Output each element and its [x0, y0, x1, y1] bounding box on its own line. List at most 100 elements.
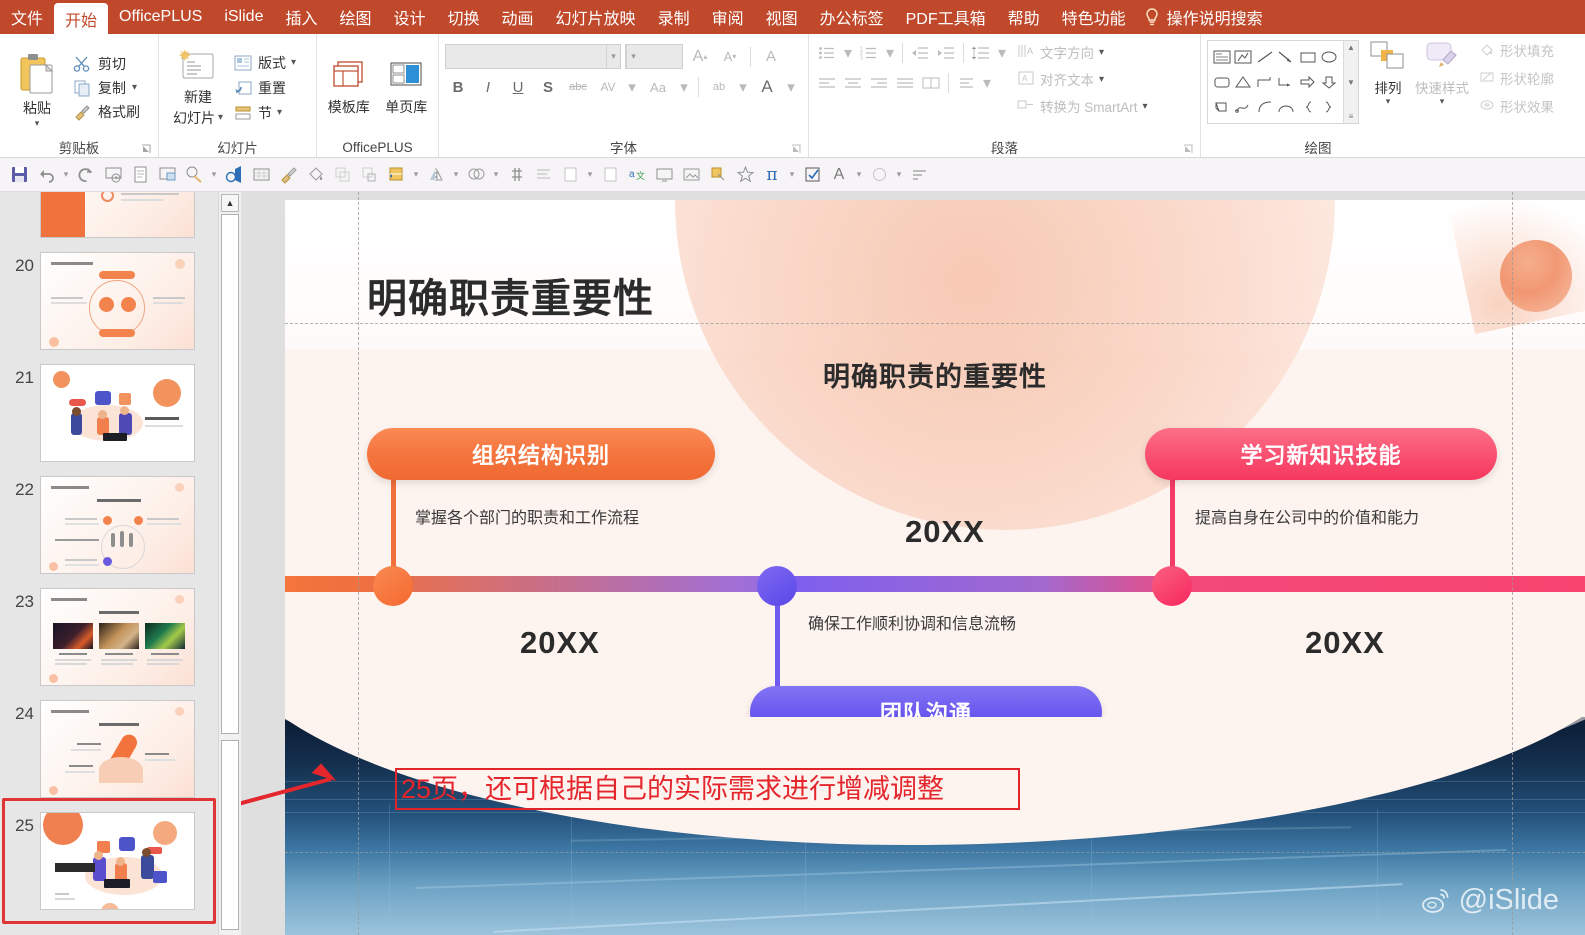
shape-chart-icon[interactable] [1233, 44, 1255, 69]
text-direction-button[interactable]: A 文字方向 ▾ [1017, 42, 1148, 62]
text-icon[interactable]: A [826, 162, 852, 188]
menu-tab-slideshow[interactable]: 幻灯片放映 [545, 0, 647, 34]
grow-font-button[interactable]: A ▴ [687, 45, 713, 69]
scrollbar-thumb-lower[interactable] [221, 740, 239, 930]
picture-icon[interactable] [678, 162, 704, 188]
chevron-down-icon[interactable]: ▾ [584, 162, 596, 188]
year-center[interactable]: 20XX [905, 514, 985, 550]
thumbnail-item-19[interactable] [0, 192, 218, 238]
redo-icon[interactable] [73, 162, 99, 188]
chevron-down-icon[interactable]: ▾ [35, 118, 40, 127]
grid-icon[interactable] [248, 162, 274, 188]
menu-tab-office-tags[interactable]: 办公标签 [809, 0, 895, 34]
section-button[interactable]: 节 ▾ [233, 103, 296, 123]
dialog-launcher-icon[interactable] [790, 143, 802, 155]
shrink-font-button[interactable]: A ▾ [717, 45, 743, 69]
shape-rectangle-icon[interactable] [1297, 44, 1319, 69]
shape-curve-icon[interactable] [1254, 95, 1276, 120]
shape-ellipse-icon[interactable] [1319, 44, 1341, 69]
chevron-down-icon[interactable]: ▾ [853, 162, 865, 188]
scroll-down-icon[interactable]: ▼ [1347, 78, 1355, 87]
increase-indent-button[interactable] [934, 42, 958, 64]
arrange-button[interactable]: 排列 ▾ [1367, 40, 1409, 106]
chevron-down-icon[interactable]: ▾ [208, 162, 220, 188]
shape-down-arrow-icon[interactable] [1319, 69, 1341, 94]
blank-icon[interactable] [557, 162, 583, 188]
formula-icon[interactable]: π [759, 162, 785, 188]
scrollbar-thumb[interactable] [221, 214, 239, 734]
description-center[interactable]: 确保工作顺利协调和信息流畅 [808, 610, 1016, 634]
menu-tab-home[interactable]: 开始 [54, 3, 109, 34]
shape-right-arrow-icon[interactable] [1297, 69, 1319, 94]
shape-arrow-icon[interactable] [1276, 44, 1298, 69]
bullets-button[interactable] [815, 42, 839, 64]
shape-freeform-icon[interactable] [1233, 95, 1255, 120]
template-library-button[interactable]: 模板库 [323, 58, 375, 117]
menu-tab-record[interactable]: 录制 [647, 0, 701, 34]
chevron-down-icon[interactable]: ▾ [606, 45, 620, 68]
pill-right[interactable]: 学习新知识技能 [1145, 428, 1497, 480]
more-options-icon[interactable] [906, 162, 932, 188]
format-painter-button[interactable]: 格式刷 [72, 102, 140, 122]
chevron-down-icon[interactable]: ▾ [450, 162, 462, 188]
chevron-down-icon[interactable]: ▾ [995, 42, 1009, 64]
tell-me-search[interactable]: 操作说明搜索 [1137, 0, 1274, 34]
align-right-button[interactable] [867, 72, 891, 94]
chevron-down-icon[interactable]: ▾ [132, 82, 137, 93]
merge-icon[interactable] [463, 162, 489, 188]
chevron-down-icon[interactable]: ▾ [291, 57, 296, 68]
scroll-more-icon[interactable]: ≡ [1349, 112, 1354, 121]
chevron-down-icon[interactable]: ▾ [1440, 97, 1445, 106]
shape-folded-corner-icon[interactable] [1211, 95, 1233, 120]
menu-tab-insert[interactable]: 插入 [274, 0, 328, 34]
translate-icon[interactable]: a文 [624, 162, 650, 188]
menu-tab-review[interactable]: 审阅 [701, 0, 755, 34]
fill-icon[interactable] [302, 162, 328, 188]
brush-icon[interactable] [275, 162, 301, 188]
numbering-button[interactable]: 123 [857, 42, 881, 64]
shapes-gallery[interactable]: ▲ ▼ ≡ [1207, 40, 1359, 124]
menu-tab-pdf-toolbox[interactable]: PDF工具箱 [895, 0, 997, 34]
chevron-down-icon[interactable]: ▾ [490, 162, 502, 188]
chevron-down-icon[interactable]: ▾ [410, 162, 422, 188]
menu-tab-view[interactable]: 视图 [755, 0, 809, 34]
timer-icon[interactable] [221, 162, 247, 188]
chevron-down-icon[interactable]: ▾ [841, 42, 855, 64]
description-left[interactable]: 掌握各个部门的职责和工作流程 [415, 504, 639, 528]
page-library-button[interactable]: 单页库 [381, 58, 433, 117]
shapes-icon[interactable] [181, 162, 207, 188]
align-left-button[interactable] [815, 72, 839, 94]
line-spacing-button[interactable] [969, 42, 993, 64]
scroll-up-icon[interactable]: ▲ [1347, 43, 1355, 52]
paste-shape-icon[interactable] [356, 162, 382, 188]
reset-button[interactable]: 重置 [233, 78, 296, 98]
shadow-button[interactable]: S [535, 75, 561, 99]
thumbnail-item-22[interactable]: 22 [0, 476, 218, 574]
shape-right-brace-icon[interactable] [1319, 95, 1341, 120]
menu-tab-file[interactable]: 文件 [0, 0, 54, 34]
shape-outline-button[interactable]: 形状轮廓 [1479, 68, 1554, 88]
chevron-down-icon[interactable]: ▾ [893, 162, 905, 188]
screenshot-icon[interactable] [651, 162, 677, 188]
columns-button[interactable] [919, 72, 943, 94]
slide-thumbnail-pane[interactable]: 20 21 22 23 24 25 [0, 192, 218, 935]
align-center-button[interactable] [841, 72, 865, 94]
chevron-down-icon[interactable]: ▾ [60, 162, 72, 188]
align-icon[interactable] [383, 162, 409, 188]
save-icon[interactable] [6, 162, 32, 188]
description-right[interactable]: 提高自身在公司中的价值和能力 [1195, 504, 1419, 528]
chevron-down-icon[interactable]: ▾ [277, 107, 282, 118]
align-text-button[interactable]: A 对齐文本 ▾ [1017, 69, 1148, 89]
convert-to-smartart-button[interactable]: 转换为 SmartArt ▾ [1017, 96, 1148, 116]
year-left[interactable]: 20XX [520, 625, 600, 661]
copy-button[interactable]: 复制 ▾ [72, 78, 140, 98]
layout-button[interactable]: 版式 ▾ [233, 53, 296, 73]
chevron-down-icon[interactable]: ▾ [1143, 101, 1148, 112]
shape-textbox-icon[interactable] [1211, 44, 1233, 69]
text-highlight-button[interactable]: ab [706, 75, 732, 99]
menu-tab-featured[interactable]: 特色功能 [1051, 0, 1137, 34]
menu-tab-design[interactable]: 设计 [383, 0, 437, 34]
slide-canvas[interactable]: 明确职责重要性 明确职责的重要性 组织结构识别 掌握各个部门的职责和工作流程 2… [241, 192, 1585, 935]
menu-tab-officeplus[interactable]: OfficePLUS [108, 0, 213, 34]
crop-icon[interactable] [705, 162, 731, 188]
